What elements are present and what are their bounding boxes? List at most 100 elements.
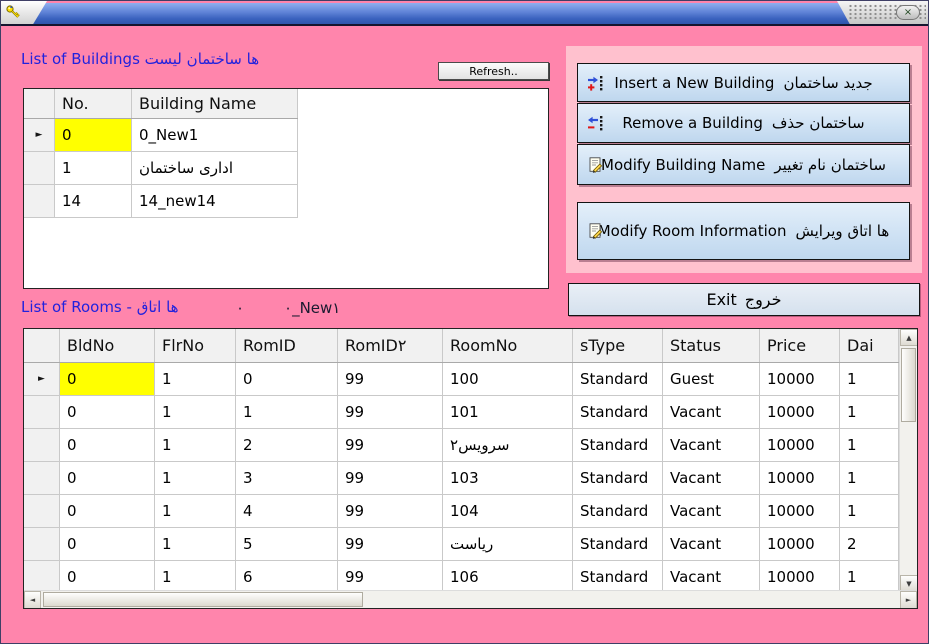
titlebar[interactable]: ×	[1, 1, 928, 26]
scroll-up-button[interactable]: ▲	[900, 329, 918, 346]
grid-cell[interactable]: Standard	[573, 363, 663, 395]
row-header[interactable]	[24, 396, 60, 428]
grid-cell[interactable]: 1	[155, 396, 236, 428]
grid-cell[interactable]: 10000	[760, 561, 840, 590]
grid-cell[interactable]: Standard	[573, 528, 663, 560]
grid-cell[interactable]: Vacant	[663, 495, 760, 527]
grid-cell[interactable]: 1	[155, 528, 236, 560]
grid-cell[interactable]: 1	[155, 462, 236, 494]
grid-cell[interactable]: 1	[55, 152, 132, 184]
grid-cell[interactable]: 1	[840, 429, 899, 461]
grid-cell[interactable]: Standard	[573, 396, 663, 428]
grid-cell[interactable]: 99	[338, 495, 443, 527]
horizontal-scrollbar[interactable]: ◄ ►	[24, 590, 917, 608]
row-header[interactable]	[24, 528, 60, 560]
table-row[interactable]: ►00_New1	[24, 119, 298, 152]
table-row[interactable]: 01199101StandardVacant100001	[24, 396, 899, 429]
row-header[interactable]	[24, 561, 60, 590]
grid-cell[interactable]: 10000	[760, 528, 840, 560]
grid-cell[interactable]: 1	[840, 495, 899, 527]
grid-cell[interactable]: 5	[236, 528, 338, 560]
table-row[interactable]: 01699106StandardVacant100001	[24, 561, 899, 590]
grid-cell[interactable]: 99	[338, 528, 443, 560]
grid-cell[interactable]: 101	[443, 396, 573, 428]
remove-building-button[interactable]: Remove a Building حذف ‎ساختمان	[577, 103, 910, 143]
table-row[interactable]: 1414_new14	[24, 185, 298, 218]
grid-cell[interactable]: Vacant	[663, 561, 760, 590]
grid-cell[interactable]: 1	[840, 396, 899, 428]
scroll-right-button[interactable]: ►	[900, 591, 917, 609]
grid-cell[interactable]: 0	[60, 363, 155, 395]
grid-cell[interactable]: 1	[840, 561, 899, 590]
grid-cell[interactable]: Vacant	[663, 528, 760, 560]
grid-cell[interactable]: Standard	[573, 429, 663, 461]
column-header-dai[interactable]: Dai	[840, 329, 899, 362]
table-row[interactable]: ►01099100StandardGuest100001	[24, 363, 899, 396]
grid-cell[interactable]: Guest	[663, 363, 760, 395]
column-header-status[interactable]: Status	[663, 329, 760, 362]
grid-cell[interactable]: Vacant	[663, 462, 760, 494]
grid-cell[interactable]: 99	[338, 561, 443, 590]
column-header-no[interactable]: No.	[55, 89, 132, 118]
modify-building-name-button[interactable]: Modify Building Name تغییر ‎نام ‎ساختمان	[577, 144, 910, 185]
grid-cell[interactable]: 99	[338, 363, 443, 395]
grid-cell[interactable]: 10000	[760, 495, 840, 527]
grid-cell[interactable]: 2	[840, 528, 899, 560]
grid-cell[interactable]: سرویس۲	[443, 429, 573, 461]
grid-cell[interactable]: 1	[155, 495, 236, 527]
column-header-romid[interactable]: RomID	[236, 329, 338, 362]
column-header-romid2[interactable]: RomID۲	[338, 329, 443, 362]
grid-cell[interactable]: 4	[236, 495, 338, 527]
grid-cell[interactable]: Standard	[573, 462, 663, 494]
grid-cell[interactable]: 0	[60, 561, 155, 590]
grid-cell[interactable]: 10000	[760, 429, 840, 461]
column-header-building-name[interactable]: Building Name	[132, 89, 298, 118]
table-row[interactable]: 01399103StandardVacant100001	[24, 462, 899, 495]
row-header[interactable]	[24, 495, 60, 527]
grid-cell[interactable]: ساختمان ‎اداری	[132, 152, 298, 184]
grid-cell[interactable]: Vacant	[663, 429, 760, 461]
table-row[interactable]: 01599ریاستStandardVacant100002	[24, 528, 899, 561]
exit-button[interactable]: Exit خروج	[568, 283, 920, 316]
grid-cell[interactable]: 10000	[760, 462, 840, 494]
column-header-roomno[interactable]: RoomNo	[443, 329, 573, 362]
close-button[interactable]: ×	[896, 5, 920, 20]
row-header[interactable]	[24, 152, 55, 184]
row-header[interactable]	[24, 429, 60, 461]
vertical-scrollbar[interactable]: ▲ ▼	[899, 329, 917, 592]
grid-cell[interactable]: 0	[60, 396, 155, 428]
refresh-button[interactable]: Refresh..	[438, 62, 549, 80]
grid-cell[interactable]: 10000	[760, 363, 840, 395]
grid-cell[interactable]: 14	[55, 185, 132, 217]
column-header-flrno[interactable]: FlrNo	[155, 329, 236, 362]
column-header-price[interactable]: Price	[760, 329, 840, 362]
grid-cell[interactable]: 1	[840, 363, 899, 395]
table-row[interactable]: 01499104StandardVacant100001	[24, 495, 899, 528]
grid-cell[interactable]: 14_new14	[132, 185, 298, 217]
grid-cell[interactable]: 99	[338, 396, 443, 428]
grid-cell[interactable]: 99	[338, 462, 443, 494]
table-row[interactable]: 01299سرویس۲StandardVacant100001	[24, 429, 899, 462]
grid-cell[interactable]: 6	[236, 561, 338, 590]
horizontal-scroll-thumb[interactable]	[43, 592, 363, 607]
grid-cell[interactable]: 1	[236, 396, 338, 428]
grid-cell[interactable]: 0	[60, 429, 155, 461]
grid-cell[interactable]: 1	[155, 363, 236, 395]
grid-corner-cell[interactable]	[24, 329, 60, 362]
grid-cell[interactable]: 2	[236, 429, 338, 461]
grid-cell[interactable]: 0	[55, 119, 132, 151]
grid-cell[interactable]: 99	[338, 429, 443, 461]
grid-cell[interactable]: 10000	[760, 396, 840, 428]
insert-building-button[interactable]: Insert a New Building ساختمان ‎جدید	[577, 63, 910, 102]
vertical-scroll-thumb[interactable]	[901, 348, 916, 422]
grid-cell[interactable]: 0	[60, 495, 155, 527]
grid-cell[interactable]: 0	[60, 462, 155, 494]
grid-cell[interactable]: Standard	[573, 495, 663, 527]
grid-cell[interactable]: 0_New1	[132, 119, 298, 151]
modify-room-info-button[interactable]: Modify Room Information ویرایش ‎اتاق ‎ها	[577, 202, 910, 260]
row-header[interactable]	[24, 185, 55, 217]
grid-cell[interactable]: 0	[236, 363, 338, 395]
row-header[interactable]: ►	[24, 363, 60, 395]
row-header[interactable]: ►	[24, 119, 55, 151]
scroll-left-button[interactable]: ◄	[24, 591, 41, 609]
